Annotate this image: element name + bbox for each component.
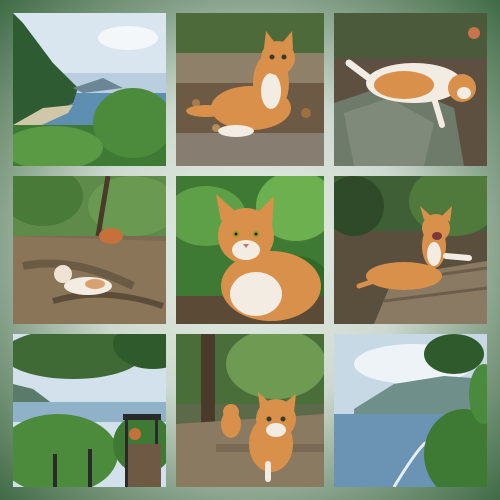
photo-cat-sitting — [176, 13, 324, 166]
photo-cat-on-log — [334, 176, 487, 324]
photo-coast-lookout — [13, 334, 166, 487]
photo-sea-mountains — [334, 334, 487, 487]
photo-coastal-cliff — [13, 13, 166, 166]
photo-collage — [0, 0, 500, 500]
photo-cats-on-trail — [176, 334, 324, 487]
photo-cat-lying — [334, 13, 487, 166]
photo-cat-forest-path — [13, 176, 166, 324]
photo-cat-closeup — [176, 176, 324, 324]
